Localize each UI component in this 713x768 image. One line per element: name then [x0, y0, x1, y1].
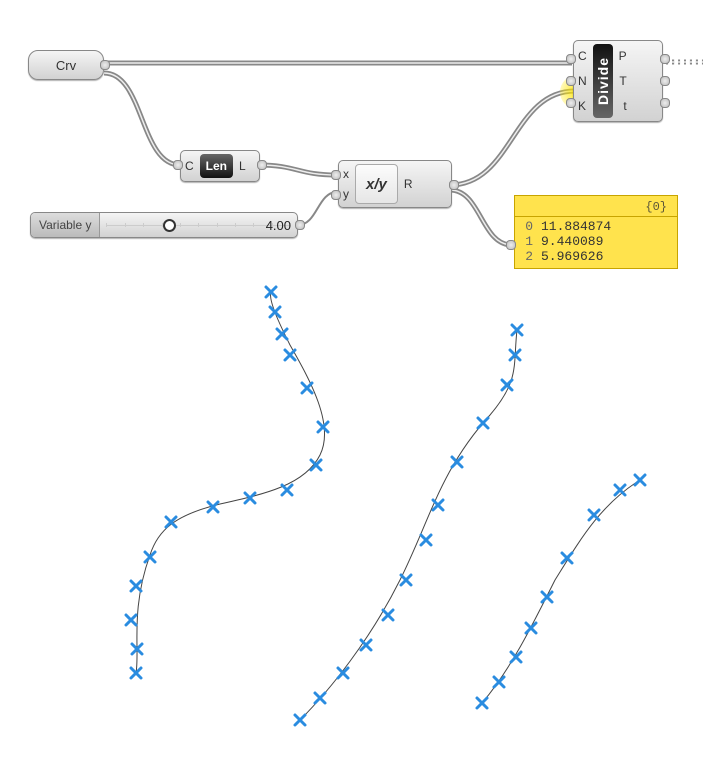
divide-curve-component[interactable]: C N K Divide P T t: [573, 40, 663, 122]
panel-row: 25.969626: [521, 249, 671, 264]
length-inputs: C: [181, 151, 198, 181]
number-slider[interactable]: Variable y 4.00: [30, 212, 298, 238]
divide-input-c[interactable]: C: [578, 49, 587, 63]
divide-in2-grip[interactable]: [566, 76, 576, 86]
divide-outputs: P T t: [615, 41, 631, 121]
panel-row: 011.884874: [521, 219, 671, 234]
divide-out2-grip[interactable]: [660, 76, 670, 86]
divide-output-t2[interactable]: t: [623, 99, 626, 113]
slider-out-grip[interactable]: [295, 220, 305, 230]
length-output-l[interactable]: L: [239, 159, 246, 173]
divide-core: Divide: [593, 44, 613, 118]
data-panel[interactable]: {0} 011.88487419.44008925.969626: [514, 195, 678, 269]
division-component[interactable]: x y x/y R: [338, 160, 452, 208]
length-outputs: L: [235, 151, 250, 181]
crv-output-grip[interactable]: [100, 60, 110, 70]
panel-header: {0}: [521, 200, 671, 214]
panel-in-grip[interactable]: [506, 240, 516, 250]
division-out-grip[interactable]: [449, 180, 459, 190]
division-input-y[interactable]: y: [343, 187, 349, 201]
length-out-grip[interactable]: [257, 160, 267, 170]
divide-in3-grip[interactable]: [566, 98, 576, 108]
divide-out3-grip[interactable]: [660, 98, 670, 108]
panel-row: 19.440089: [521, 234, 671, 249]
division-outputs: R: [400, 161, 417, 207]
divide-out1-grip[interactable]: [660, 54, 670, 64]
length-core: Len: [200, 154, 233, 178]
division-output-r[interactable]: R: [404, 177, 413, 191]
division-core: x/y: [355, 164, 398, 204]
divide-output-t[interactable]: T: [619, 74, 626, 88]
division-in2-grip[interactable]: [331, 190, 341, 200]
length-in-grip[interactable]: [173, 160, 183, 170]
crv-label: Crv: [56, 58, 76, 73]
divide-in1-grip[interactable]: [566, 54, 576, 64]
divide-input-n[interactable]: N: [578, 74, 587, 88]
divide-input-k[interactable]: K: [578, 99, 586, 113]
division-input-x[interactable]: x: [343, 167, 349, 181]
slider-track[interactable]: 4.00: [100, 213, 297, 237]
division-in1-grip[interactable]: [331, 170, 341, 180]
length-component[interactable]: C Len L: [180, 150, 260, 182]
divide-inputs: C N K: [574, 41, 591, 121]
divide-output-p[interactable]: P: [619, 49, 627, 63]
crv-param[interactable]: Crv: [28, 50, 104, 80]
slider-handle[interactable]: [163, 219, 176, 232]
length-input-c[interactable]: C: [185, 159, 194, 173]
slider-value: 4.00: [186, 218, 291, 233]
slider-label: Variable y: [31, 213, 100, 237]
division-inputs: x y: [339, 161, 353, 207]
